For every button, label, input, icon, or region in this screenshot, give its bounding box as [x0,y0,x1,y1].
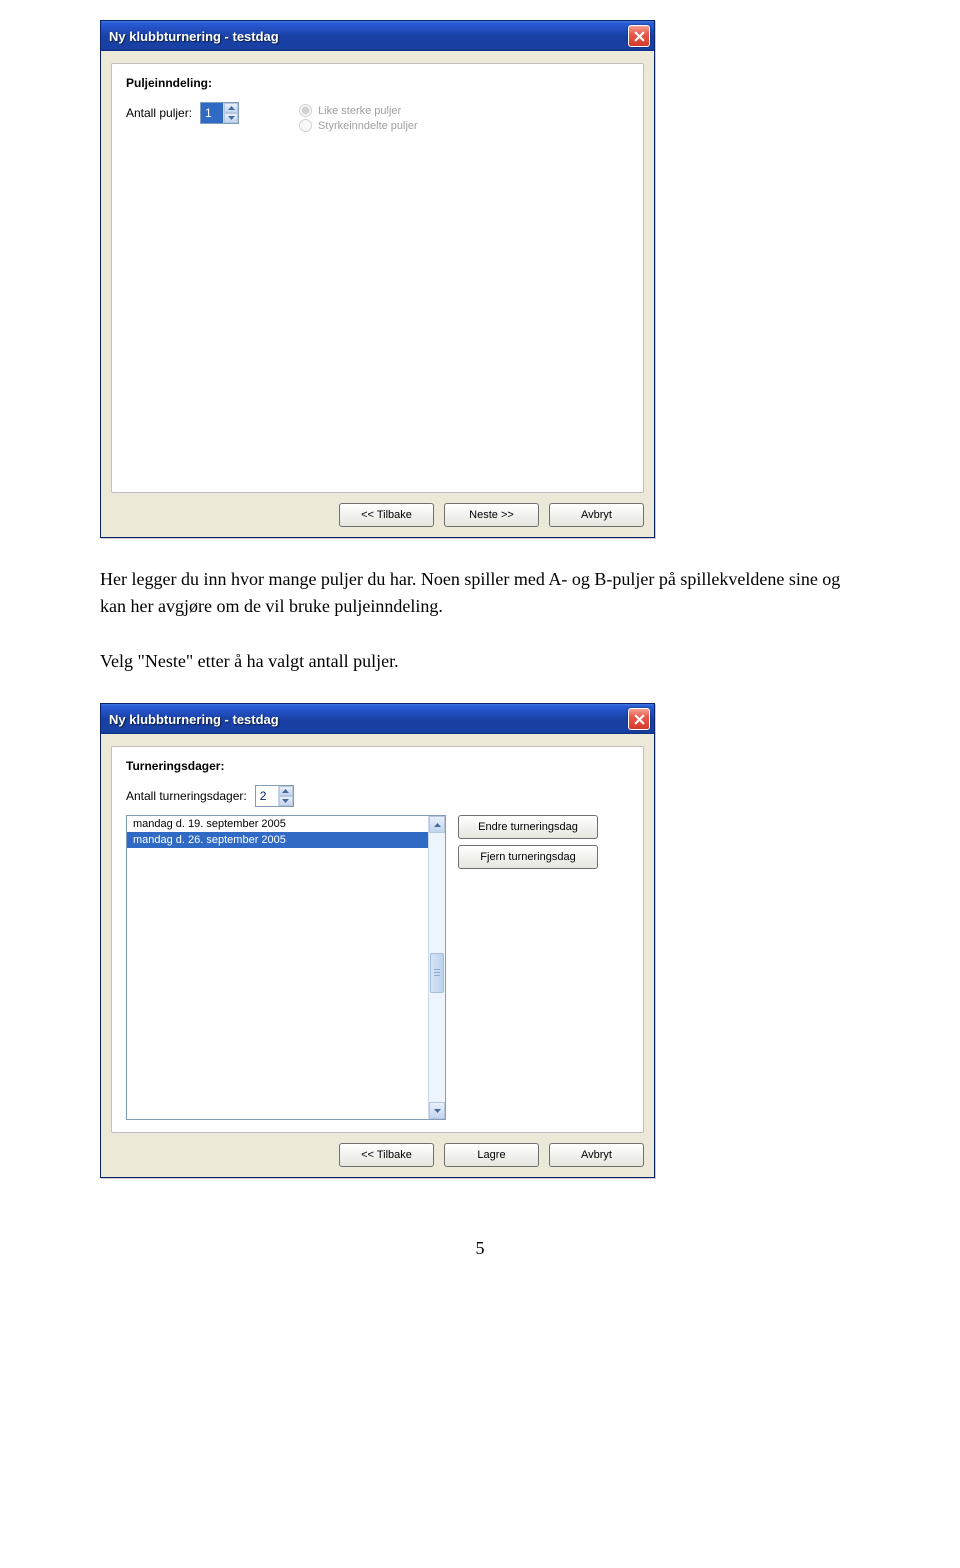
content-panel: Turneringsdager: Antall turneringsdager:… [111,746,644,1133]
scroll-up-icon[interactable] [429,816,445,833]
titlebar[interactable]: Ny klubbturnering - testdag [101,21,654,51]
puljetype-radio-group: Like sterke puljer Styrkeinndelte puljer [299,102,418,134]
radio-like-sterke: Like sterke puljer [299,104,418,117]
radio-like-sterke-label: Like sterke puljer [318,105,401,117]
section-title: Turneringsdager: [126,759,629,773]
spin-down-icon[interactable] [224,113,238,123]
dialog-puljeinndeling: Ny klubbturnering - testdag Puljeinndeli… [100,20,655,538]
scrollbar-track[interactable] [429,833,445,1102]
spin-down-icon[interactable] [279,796,293,806]
back-button[interactable]: << Tilbake [339,503,434,527]
radio-styrkeinndelte-input [299,119,312,132]
list-item[interactable]: mandag d. 26. september 2005 [127,832,428,848]
client-area: Turneringsdager: Antall turneringsdager:… [101,734,654,1177]
scrollbar-thumb[interactable] [430,953,444,993]
titlebar[interactable]: Ny klubbturnering - testdag [101,704,654,734]
dager-listbox[interactable]: mandag d. 19. september 2005 mandag d. 2… [126,815,446,1120]
field-label-dager: Antall turneringsdager: [126,789,247,803]
content-panel: Puljeinndeling: Antall puljer: [111,63,644,493]
antall-dager-input[interactable] [256,786,278,806]
button-row: << Tilbake Neste >> Avbryt [111,503,644,527]
edit-day-button[interactable]: Endre turneringsdag [458,815,598,839]
spin-up-icon[interactable] [224,103,238,113]
window-title: Ny klubbturnering - testdag [109,712,279,727]
remove-day-button[interactable]: Fjern turneringsdag [458,845,598,869]
cancel-button[interactable]: Avbryt [549,1143,644,1167]
document-paragraph-1: Her legger du inn hvor mange puljer du h… [100,566,860,620]
page-number: 5 [100,1238,860,1259]
window-title: Ny klubbturnering - testdag [109,29,279,44]
back-button[interactable]: << Tilbake [339,1143,434,1167]
radio-styrkeinndelte-label: Styrkeinndelte puljer [318,120,418,132]
client-area: Puljeinndeling: Antall puljer: [101,51,654,537]
section-title: Puljeinndeling: [126,76,629,90]
scroll-down-icon[interactable] [429,1102,445,1119]
radio-like-sterke-input [299,104,312,117]
cancel-button[interactable]: Avbryt [549,503,644,527]
spin-up-icon[interactable] [279,786,293,796]
field-label-puljer: Antall puljer: [126,106,192,120]
antall-dager-stepper[interactable] [255,785,294,807]
antall-puljer-input[interactable] [201,103,223,123]
antall-puljer-stepper[interactable] [200,102,239,124]
button-row: << Tilbake Lagre Avbryt [111,1143,644,1167]
list-item[interactable]: mandag d. 19. september 2005 [127,816,428,832]
dialog-turneringsdager: Ny klubbturnering - testdag Turneringsda… [100,703,655,1178]
close-button[interactable] [628,25,650,47]
document-paragraph-2: Velg "Neste" etter å ha valgt antall pul… [100,648,860,675]
save-button[interactable]: Lagre [444,1143,539,1167]
next-button[interactable]: Neste >> [444,503,539,527]
scrollbar[interactable] [428,816,445,1119]
close-button[interactable] [628,708,650,730]
radio-styrkeinndelte: Styrkeinndelte puljer [299,119,418,132]
